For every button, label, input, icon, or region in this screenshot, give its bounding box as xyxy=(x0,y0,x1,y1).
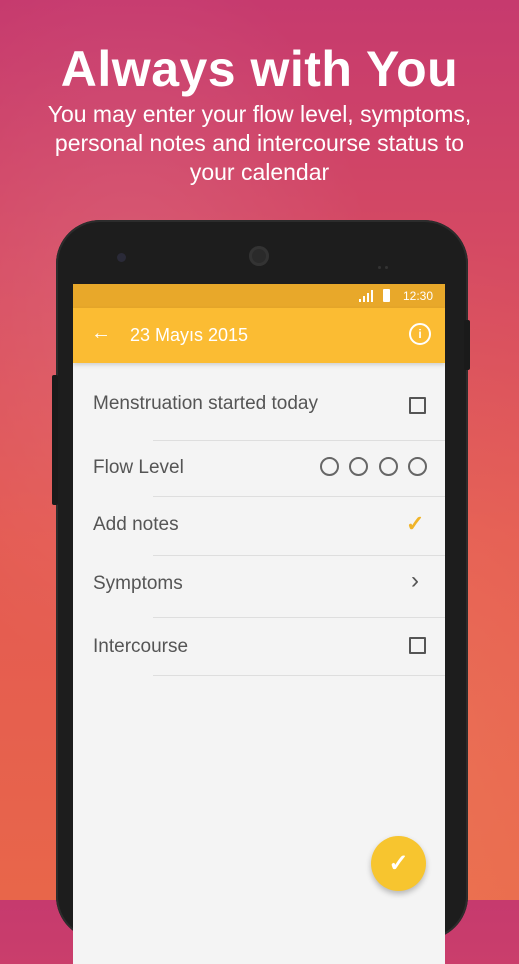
option-intercourse[interactable]: Intercourse xyxy=(73,618,445,674)
flow-level-selector[interactable] xyxy=(314,457,427,481)
status-time: 12:30 xyxy=(402,289,433,303)
app-bar: ← 23 Mayıs 2015 i xyxy=(73,308,445,363)
option-flow-level: Flow Level xyxy=(73,441,445,496)
option-add-notes[interactable]: Add notes ✓ xyxy=(73,497,445,554)
checkmark-icon: ✓ xyxy=(388,850,409,877)
flow-level-circle[interactable] xyxy=(378,457,398,476)
option-label: Add notes xyxy=(93,514,179,535)
option-label: Symptoms xyxy=(93,573,183,594)
phone-frame: 12:30 ← 23 Mayıs 2015 i Menstruation sta… xyxy=(52,220,470,964)
arrow-left-icon[interactable]: ← xyxy=(91,322,111,345)
flow-level-circle[interactable] xyxy=(319,457,339,476)
promo-headline: Always with You xyxy=(60,41,459,97)
battery-icon xyxy=(383,289,390,302)
proximity-sensors xyxy=(378,256,402,269)
volume-button xyxy=(52,375,58,505)
divider xyxy=(153,675,445,676)
app-screen: 12:30 ← 23 Mayıs 2015 i Menstruation sta… xyxy=(73,284,445,964)
signal-icon xyxy=(359,290,373,305)
earpiece-speaker xyxy=(249,246,269,266)
intercourse-checkbox[interactable] xyxy=(409,637,426,654)
option-menstruation-started[interactable]: Menstruation started today xyxy=(73,376,445,431)
page-title: 23 Mayıs 2015 xyxy=(130,325,249,345)
power-button xyxy=(464,320,470,370)
option-label: Flow Level xyxy=(93,457,184,478)
option-label: Menstruation started today xyxy=(93,393,318,414)
option-symptoms[interactable]: Symptoms › xyxy=(73,556,445,616)
flow-level-circle[interactable] xyxy=(349,457,369,476)
checkmark-icon: ✓ xyxy=(406,511,425,536)
info-icon[interactable]: i xyxy=(409,323,431,345)
menstruation-checkbox[interactable] xyxy=(409,397,426,414)
option-label: Intercourse xyxy=(93,636,189,657)
flow-level-circle[interactable] xyxy=(408,457,427,476)
promo-subheadline: You may enter your flow level, symptoms,… xyxy=(47,101,472,185)
save-fab-button[interactable]: ✓ xyxy=(371,836,426,891)
chevron-right-icon: › xyxy=(411,567,419,594)
status-bar: 12:30 xyxy=(73,284,445,308)
front-camera xyxy=(117,253,126,262)
